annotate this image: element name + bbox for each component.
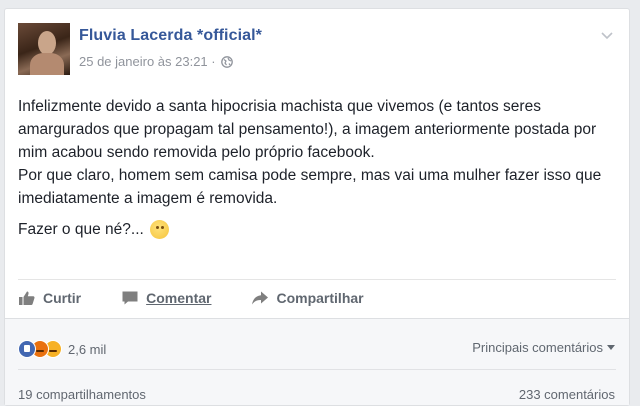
- post-card: Fluvia Lacerda *official* 25 de janeiro …: [4, 8, 630, 406]
- rolling-eyes-emoji-icon: [149, 220, 169, 239]
- reaction-count: 2,6 mil: [68, 341, 107, 357]
- post-paragraph: Por que claro, homem sem camisa pode sem…: [18, 167, 602, 207]
- post-timestamp[interactable]: 25 de janeiro às 23:21 ·: [79, 54, 216, 69]
- chevron-down-icon[interactable]: [599, 29, 615, 41]
- divider: [18, 279, 616, 280]
- divider: [18, 369, 616, 370]
- comment-label: Comentar: [146, 290, 212, 306]
- post-body: Infelizmente devido a santa hipocrisia m…: [18, 95, 618, 241]
- reactions-summary[interactable]: 2,6 mil: [18, 340, 106, 358]
- post-footer: 2,6 mil Principais comentários 19 compar…: [5, 319, 629, 405]
- like-reaction-icon: [18, 340, 36, 358]
- thumbs-up-icon: [19, 291, 35, 305]
- globe-icon[interactable]: [220, 55, 233, 68]
- like-button[interactable]: Curtir: [18, 290, 81, 306]
- like-label: Curtir: [43, 290, 82, 306]
- avatar[interactable]: [18, 23, 70, 75]
- comments-count[interactable]: 233 comentários: [519, 387, 615, 402]
- shares-count[interactable]: 19 compartilhamentos: [18, 387, 146, 402]
- sort-label: Principais comentários: [472, 340, 603, 355]
- comment-button[interactable]: Comentar: [121, 290, 211, 306]
- action-bar: Curtir Comentar Compartilhar: [18, 287, 404, 309]
- share-button[interactable]: Compartilhar: [251, 290, 364, 306]
- avatar-face: [38, 31, 56, 55]
- comment-bubble-icon: [122, 291, 138, 305]
- author-name[interactable]: Fluvia Lacerda *official*: [79, 27, 262, 45]
- post-paragraph: Fazer o que né?...: [18, 221, 144, 238]
- post-meta: 25 de janeiro às 23:21 ·: [79, 54, 233, 69]
- share-label: Compartilhar: [276, 290, 364, 306]
- share-arrow-icon: [252, 291, 269, 305]
- post-closing-line: Fazer o que né?...: [18, 218, 618, 241]
- avatar-body: [30, 53, 64, 75]
- caret-down-icon: [607, 344, 615, 350]
- post-paragraph: Infelizmente devido a santa hipocrisia m…: [18, 98, 597, 161]
- comment-sort-dropdown[interactable]: Principais comentários: [472, 340, 615, 355]
